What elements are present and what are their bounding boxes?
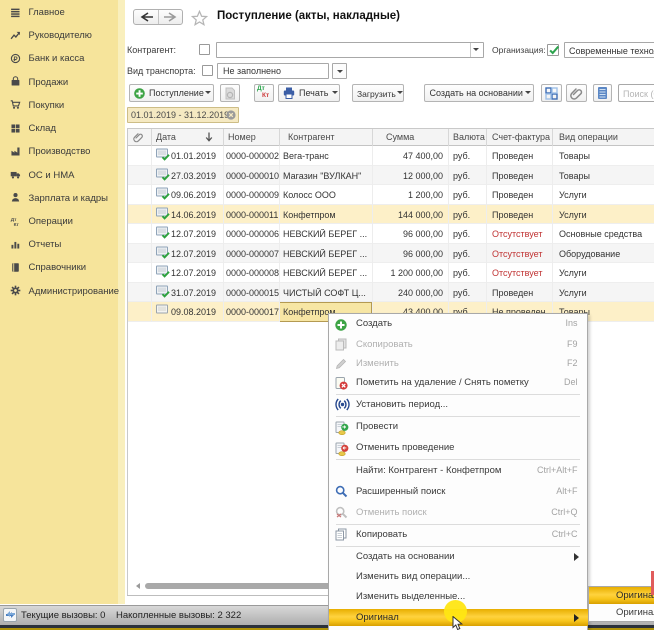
- svg-text:Дт: Дт: [10, 216, 16, 222]
- svg-text:Кт: Кт: [13, 221, 19, 226]
